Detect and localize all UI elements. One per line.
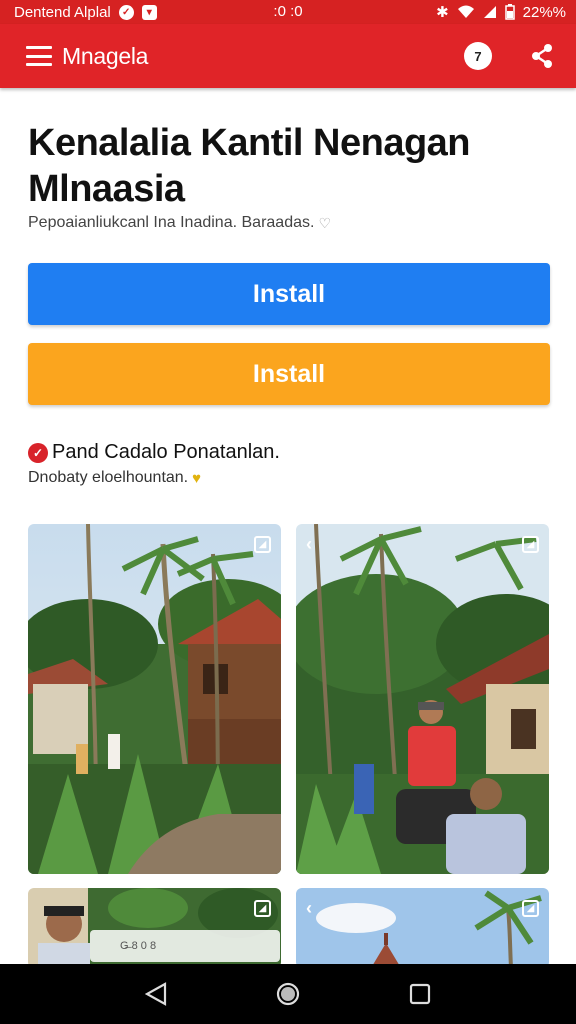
expand-icon[interactable]: ◢ [522,900,539,917]
share-icon[interactable] [528,42,556,70]
section-heading: ✓ Pand Cadalo Ponatanlan. [28,441,280,464]
gallery-photo-2[interactable]: ‹ ◢ [296,524,549,874]
battery-percent: 22%% [522,3,566,21]
expand-icon[interactable]: ◢ [522,536,539,553]
status-bar-left: Dentend Alplal ✓ ▾ [14,4,157,21]
app-title: Mnagela [62,42,149,69]
gallery-photo-3[interactable]: G̶ 8 0 8 ◢ [28,888,281,968]
back-arrow-icon[interactable]: ‹ [306,898,312,919]
gallery-photo-4[interactable]: ‹ ◢ [296,888,549,968]
notification-badge-button[interactable]: 7 [464,42,492,70]
bluetooth-icon: ✱ [436,4,449,21]
signal-icon [483,6,496,18]
page-subtitle: Pepoaianliukcanl Ina Inadina. Baraadas. … [28,214,331,232]
page-title: Kenalalia Kantil Nenagan Mlnaasia [28,122,471,210]
photo-caption-card: G̶ 8 0 8 [90,930,280,962]
system-nav-bar [0,964,576,1024]
recents-icon[interactable] [400,974,440,1014]
subtitle-text: Pepoaianliukcanl Ina Inadina. Baraadas. [28,214,315,231]
heart-icon: ♡ [318,214,331,231]
back-arrow-icon[interactable]: ‹ [306,534,312,555]
carrier-text: Dentend Alplal [14,3,111,21]
gold-heart-icon: ♥ [192,469,202,487]
wifi-icon [457,5,474,18]
status-bar: Dentend Alplal ✓ ▾ :0 :0 ✱ 22%% [0,0,576,24]
install-button-primary[interactable]: Install [28,263,550,325]
battery-icon [504,4,515,20]
temple-roof-palm-photo [296,888,549,968]
village-houses-palm-trees-photo [28,524,281,874]
expand-icon[interactable]: ◢ [254,536,271,553]
shield-icon: ✓ [118,4,134,20]
section-subheading: Dnobaty eloelhountan. ♥ [28,469,201,487]
install-button-secondary[interactable]: Install [28,343,550,405]
hamburger-icon[interactable] [26,46,52,66]
section-heading-text: Pand Cadalo Ponatanlan. [52,441,280,463]
back-icon[interactable] [136,974,176,1014]
home-icon[interactable] [268,974,308,1014]
section-subheading-text: Dnobaty eloelhountan. [28,469,189,486]
status-bar-right: ✱ 22%% [436,3,566,22]
expand-icon[interactable]: ◢ [254,900,271,917]
gallery-photo-1[interactable]: ◢ [28,524,281,874]
people-on-motorbike-village-photo [296,524,549,874]
mail-icon: ▾ [141,4,157,20]
check-badge-icon: ✓ [28,442,48,463]
app-bar: Mnagela 7 [0,24,576,88]
